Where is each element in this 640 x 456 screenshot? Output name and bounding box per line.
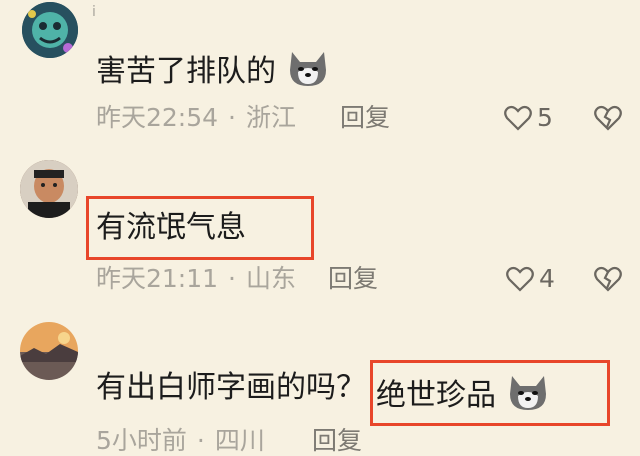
timestamp: 昨天21:11 [96,264,219,293]
avatar[interactable] [20,160,78,218]
badge: ⅰ [92,4,96,20]
avatar[interactable] [22,2,78,58]
timestamp: 昨天22:54 [96,103,219,132]
comment-meta: 昨天22:54 · 浙江 [96,103,296,133]
highlight-text: 绝世珍品 [376,372,550,421]
avatar[interactable] [20,322,78,380]
location: 四川 [214,426,265,455]
like-count: 4 [539,264,555,293]
comment-text: 害苦了排队的 [96,48,330,97]
timestamp: 5小时前 [96,426,187,455]
separator: · [196,426,205,455]
comment-meta: 昨天21:11 · 山东 [96,264,296,294]
separator: · [228,103,236,132]
comment-text: 有流氓气息 [96,210,246,245]
broken-heart-icon[interactable] [594,105,622,135]
location: 山东 [246,264,297,293]
heart-icon[interactable] [506,266,534,296]
broken-heart-icon[interactable] [594,266,622,296]
heart-icon[interactable] [504,105,532,135]
doge-emoji-icon [286,48,330,97]
reply-button[interactable]: 回复 [328,264,378,294]
reply-button[interactable]: 回复 [340,103,390,133]
doge-emoji-icon [506,372,550,421]
comment-text: 有出白师字画的吗？ [96,370,366,405]
separator: · [228,264,236,293]
location: 浙江 [246,103,297,132]
like-count: 5 [537,103,553,132]
